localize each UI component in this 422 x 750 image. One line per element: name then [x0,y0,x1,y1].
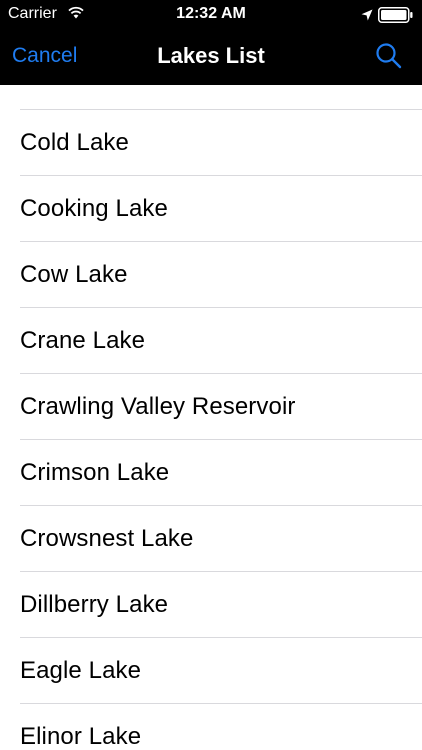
list-item[interactable]: Eagle Lake [0,638,422,704]
status-time: 12:32 AM [176,5,246,22]
list-item-label: Cold Lake [20,129,129,156]
list-item[interactable]: Crane Lake [0,308,422,374]
list-item-label: Crane Lake [20,327,146,354]
list-item-label: Crimson Lake [20,459,170,486]
battery-icon [378,7,414,28]
navigation-bar: Cancel Lakes List [0,30,422,85]
list-item[interactable]: Cooking Lake [0,176,422,242]
list-item[interactable]: Crowsnest Lake [0,506,422,572]
list-item-label: Elinor Lake [20,723,142,750]
list-item[interactable]: Crawling Valley Reservoir [0,374,422,440]
list-item[interactable]: Crimson Lake [0,440,422,506]
list-item-label: Eagle Lake [20,657,142,684]
list-item[interactable]: Elinor Lake [0,704,422,750]
page-title: Lakes List [157,43,265,68]
lakes-list-screen: Chrisitna Lake Cold Lake Cooking Lake Co… [0,0,422,750]
lakes-list[interactable]: Chrisitna Lake Cold Lake Cooking Lake Co… [0,44,422,750]
list-item-label: Dillberry Lake [20,591,169,618]
status-bar: Carrier 12:32 AM [0,0,422,30]
list-item[interactable]: Cold Lake [0,110,422,176]
list-item-label: Crowsnest Lake [20,525,194,552]
header-bar: Carrier 12:32 AM Cancel Lakes List [0,0,422,85]
search-icon[interactable] [374,41,404,71]
location-arrow-icon [361,8,373,26]
list-item-label: Cow Lake [20,261,128,288]
list-item-label: Crawling Valley Reservoir [20,393,296,420]
list-item[interactable]: Dillberry Lake [0,572,422,638]
list-item-label: Cooking Lake [20,195,168,222]
list-item[interactable]: Cow Lake [0,242,422,308]
